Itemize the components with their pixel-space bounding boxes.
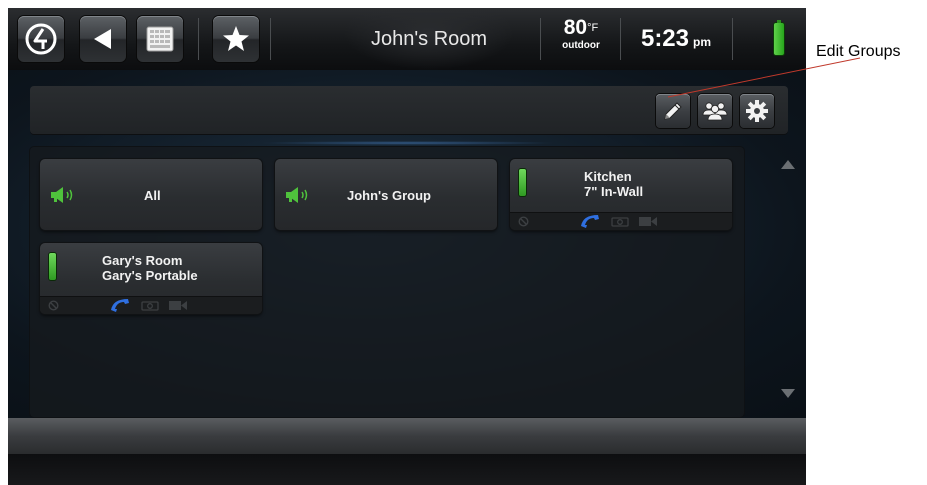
- back-arrow-icon: [94, 29, 111, 49]
- star-icon: [223, 26, 249, 51]
- keypad-icon: [146, 26, 174, 52]
- logo-button[interactable]: [18, 16, 64, 62]
- favorites-button[interactable]: [213, 16, 259, 62]
- temperature-value: 80: [563, 16, 588, 39]
- device-tile-garys-room[interactable]: Gary's Room Gary's Portable: [40, 243, 262, 314]
- group-tile-label: All: [144, 188, 161, 203]
- speaker-icon: [286, 187, 308, 203]
- device-room-label: Kitchen: [584, 169, 632, 184]
- status-separator: [732, 18, 733, 60]
- toolbar-glow: [258, 141, 558, 145]
- do-not-disturb-icon[interactable]: [518, 216, 529, 227]
- device-action-strip: [510, 212, 732, 230]
- status-separator: [620, 18, 621, 60]
- bottom-bezel: [8, 454, 806, 485]
- room-title: John's Room: [344, 8, 514, 70]
- device-name-label: 7" In-Wall: [584, 184, 644, 199]
- status-separator: [198, 18, 199, 60]
- battery-icon: [774, 20, 784, 55]
- settings-button[interactable]: [740, 94, 774, 128]
- clock-ampm: pm: [693, 35, 712, 49]
- edit-groups-callout: Edit Groups: [816, 43, 901, 60]
- group-tile-label: John's Group: [347, 188, 431, 203]
- scroll-down-icon[interactable]: [781, 389, 795, 398]
- camera-icon[interactable]: [141, 300, 159, 311]
- group-tile-johns-group[interactable]: John's Group: [275, 159, 497, 230]
- device-action-strip: [40, 296, 262, 314]
- people-group-icon: [702, 102, 728, 121]
- logo-icon: [25, 23, 57, 55]
- scroll-up-icon[interactable]: [781, 160, 795, 169]
- device-room-label: Gary's Room: [102, 253, 183, 268]
- video-icon[interactable]: [168, 300, 188, 311]
- back-button[interactable]: [80, 16, 126, 62]
- status-bar: John's Room 80°F outdoor 5:23 pm: [8, 8, 806, 70]
- phone-icon[interactable]: [580, 213, 600, 228]
- temperature-unit: °F: [587, 22, 599, 34]
- outdoor-temperature: 80°F outdoor: [548, 16, 614, 62]
- content-area: All John's Group Kitchen 7" In-Wall Gary…: [8, 70, 806, 418]
- do-not-disturb-icon[interactable]: [48, 300, 59, 311]
- level-meter: [519, 169, 526, 196]
- device-name-label: Gary's Portable: [102, 268, 198, 283]
- list-toolbar: [30, 86, 788, 134]
- gear-icon: [746, 100, 768, 122]
- clock: 5:23 pm: [624, 16, 728, 62]
- phone-icon[interactable]: [110, 297, 130, 312]
- edit-groups-button[interactable]: [656, 94, 690, 128]
- status-separator: [270, 18, 271, 60]
- room-list-panel: All John's Group Kitchen 7" In-Wall Gary…: [30, 147, 744, 417]
- list-scrollbar[interactable]: [770, 147, 806, 417]
- video-icon[interactable]: [638, 216, 658, 227]
- bottom-bar: [8, 418, 806, 454]
- device-tile-kitchen[interactable]: Kitchen 7" In-Wall: [510, 159, 732, 230]
- group-tile-all[interactable]: All: [40, 159, 262, 230]
- groups-button[interactable]: [698, 94, 732, 128]
- speaker-icon: [51, 187, 73, 203]
- camera-icon[interactable]: [611, 216, 629, 227]
- status-separator: [540, 18, 541, 60]
- level-meter: [49, 253, 56, 280]
- touch-panel-screen: John's Room 80°F outdoor 5:23 pm All Joh…: [8, 8, 806, 485]
- clock-time: 5:23: [640, 25, 690, 52]
- temperature-label: outdoor: [562, 40, 600, 51]
- keypad-button[interactable]: [137, 16, 183, 62]
- pencil-icon: [664, 102, 682, 120]
